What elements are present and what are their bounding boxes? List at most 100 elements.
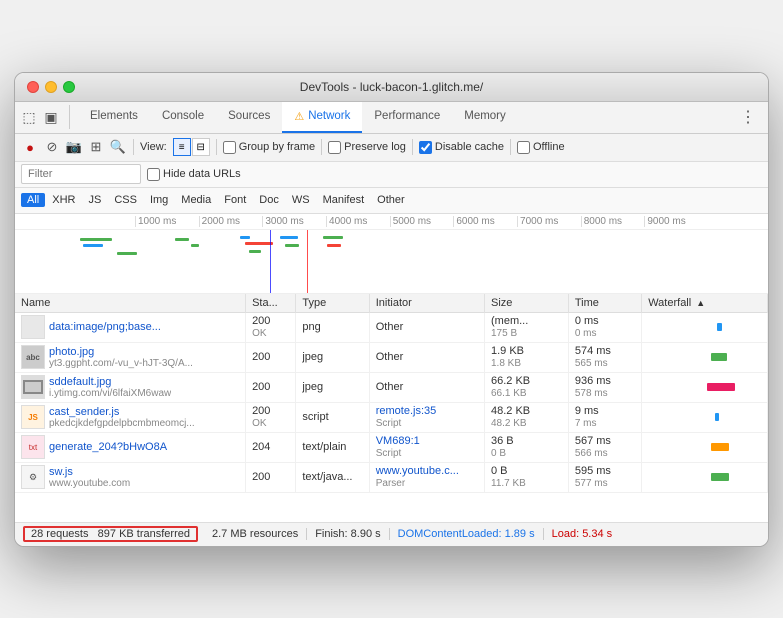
cell-time: 574 ms565 ms: [568, 342, 641, 372]
table-row[interactable]: abc photo.jpg yt3.ggpht.com/-vu_v-hJT-3Q…: [15, 342, 768, 372]
disable-cache-checkbox[interactable]: [419, 141, 432, 154]
initiator-type: Script: [376, 418, 402, 429]
thumbnail: JS: [21, 405, 45, 429]
ruler-9000: 9000 ms: [644, 216, 708, 227]
filter-font[interactable]: Font: [218, 193, 252, 207]
col-initiator[interactable]: Initiator: [369, 294, 484, 313]
initiator-type: Parser: [376, 478, 405, 489]
filter-css[interactable]: CSS: [108, 193, 143, 207]
cell-name: txt generate_204?bHwO8A: [15, 432, 246, 462]
filter-other[interactable]: Other: [371, 193, 411, 207]
table-row[interactable]: txt generate_204?bHwO8A 204 text/plain V…: [15, 432, 768, 462]
disable-cache-label[interactable]: Disable cache: [419, 141, 504, 154]
filter-xhr[interactable]: XHR: [46, 193, 81, 207]
initiator-type: Script: [376, 448, 402, 459]
resources-size: 2.7 MB resources: [204, 528, 307, 540]
requests-count: 28 requests 897 KB transferred: [23, 526, 198, 542]
cell-time: 567 ms566 ms: [568, 432, 641, 462]
list-view-icon[interactable]: ≡: [173, 138, 191, 156]
ruler-5000: 5000 ms: [390, 216, 454, 227]
offline-label[interactable]: Offline: [517, 141, 565, 154]
row-name: photo.jpg: [49, 346, 193, 358]
cell-type: jpeg: [296, 372, 369, 402]
table-row[interactable]: JS cast_sender.js pkedcjkdefgpdelpbcmbme…: [15, 402, 768, 432]
ruler-8000: 8000 ms: [581, 216, 645, 227]
cell-time: 9 ms7 ms: [568, 402, 641, 432]
status-bar: 28 requests 897 KB transferred 2.7 MB re…: [15, 522, 768, 546]
hide-data-urls-label[interactable]: Hide data URLs: [147, 168, 241, 181]
tl-bar-8: [249, 250, 261, 253]
filter-doc[interactable]: Doc: [253, 193, 285, 207]
record-button[interactable]: ●: [21, 138, 39, 156]
tab-elements[interactable]: Elements: [78, 101, 150, 133]
cell-type: text/plain: [296, 432, 369, 462]
ruler-4000: 4000 ms: [326, 216, 390, 227]
tab-console[interactable]: Console: [150, 101, 216, 133]
col-waterfall[interactable]: Waterfall ▲: [642, 294, 768, 313]
tree-view-icon[interactable]: ⊟: [192, 138, 210, 156]
tab-memory[interactable]: Memory: [452, 101, 518, 133]
mobile-icon[interactable]: ▣: [41, 105, 61, 129]
col-type[interactable]: Type: [296, 294, 369, 313]
clear-button[interactable]: ⊘: [43, 138, 61, 156]
cell-size: (mem...175 B: [485, 312, 569, 342]
more-tabs-button[interactable]: ⋮: [732, 107, 764, 127]
row-name: data:image/png;base...: [49, 321, 161, 333]
minimize-button[interactable]: [45, 81, 57, 93]
initiator-link[interactable]: remote.js:35: [376, 405, 437, 417]
filter-img[interactable]: Img: [144, 193, 174, 207]
filter-button[interactable]: ⊞: [87, 138, 105, 156]
toolbar-separator: [133, 139, 134, 155]
table-row[interactable]: data:image/png;base... 200OK png Other (…: [15, 312, 768, 342]
tab-sources[interactable]: Sources: [216, 101, 282, 133]
tab-performance[interactable]: Performance: [362, 101, 452, 133]
col-size[interactable]: Size: [485, 294, 569, 313]
search-button[interactable]: 🔍: [109, 138, 127, 156]
thumbnail: ⚙: [21, 465, 45, 489]
filter-all[interactable]: All: [21, 193, 45, 207]
col-time[interactable]: Time: [568, 294, 641, 313]
screenshot-button[interactable]: 📷: [65, 138, 83, 156]
close-button[interactable]: [27, 81, 39, 93]
cell-initiator: Other: [369, 342, 484, 372]
initiator-link[interactable]: VM689:1: [376, 435, 420, 447]
cursor-icon[interactable]: ⬚: [19, 105, 39, 129]
ruler-7000: 7000 ms: [517, 216, 581, 227]
hide-data-urls-checkbox[interactable]: [147, 168, 160, 181]
thumbnail: [21, 315, 45, 339]
cell-type: png: [296, 312, 369, 342]
network-table: Name Sta... Type Initiator Size Time Wat…: [15, 294, 768, 493]
cell-status: 204: [246, 432, 296, 462]
filter-js[interactable]: JS: [82, 193, 107, 207]
cell-waterfall: [642, 342, 768, 372]
offline-checkbox[interactable]: [517, 141, 530, 154]
filter-input[interactable]: [21, 164, 141, 184]
tl-blue-line: [270, 230, 271, 294]
filter-ws[interactable]: WS: [286, 193, 316, 207]
group-by-frame-checkbox[interactable]: [223, 141, 236, 154]
cell-type: text/java...: [296, 462, 369, 492]
maximize-button[interactable]: [63, 81, 75, 93]
filter-media[interactable]: Media: [175, 193, 217, 207]
table-row[interactable]: sddefault.jpg i.ytimg.com/vi/6lfaiXM6waw…: [15, 372, 768, 402]
thumbnail: [21, 375, 45, 399]
table-row[interactable]: ⚙ sw.js www.youtube.com 200 text/java...…: [15, 462, 768, 492]
row-url: pkedcjkdefgpdelpbcmbmeomcj...: [49, 418, 195, 429]
filter-manifest[interactable]: Manifest: [317, 193, 371, 207]
ruler-1000: 1000 ms: [135, 216, 199, 227]
group-by-frame-label[interactable]: Group by frame: [223, 141, 315, 154]
col-status[interactable]: Sta...: [246, 294, 296, 313]
cell-time: 0 ms0 ms: [568, 312, 641, 342]
tab-network[interactable]: ⚠ Network: [282, 101, 362, 133]
network-toolbar: ● ⊘ 📷 ⊞ 🔍 View: ≡ ⊟ Group by frame Prese…: [15, 134, 768, 162]
network-table-container: Name Sta... Type Initiator Size Time Wat…: [15, 294, 768, 522]
filter-toolbar: Hide data URLs: [15, 162, 768, 188]
col-name[interactable]: Name: [15, 294, 246, 313]
cell-initiator: Other: [369, 372, 484, 402]
initiator-link[interactable]: www.youtube.c...: [376, 465, 459, 477]
preserve-log-label[interactable]: Preserve log: [328, 141, 406, 154]
tl-bar-7: [245, 242, 273, 245]
preserve-log-checkbox[interactable]: [328, 141, 341, 154]
titlebar: DevTools - luck-bacon-1.glitch.me/: [15, 73, 768, 102]
ruler-2000: 2000 ms: [199, 216, 263, 227]
